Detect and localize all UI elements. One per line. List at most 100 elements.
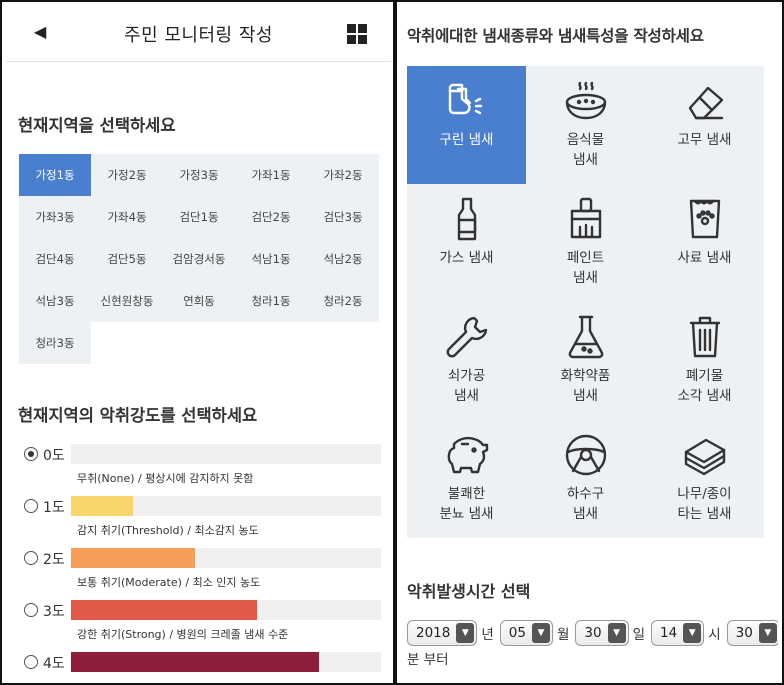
region-option[interactable]: 가정3동 [163,154,235,196]
smell-type-option[interactable]: 음식물 냄새 [526,66,645,184]
steering-wheel-icon [562,432,610,478]
intensity-bar-track [71,444,381,464]
region-option[interactable]: 가정1동 [19,154,91,196]
day-value: 30 [584,625,602,641]
intensity-level-list: 0도 무취(None) / 평상시에 감지하지 못함 1도 감지 취기(Thresho… [20,443,382,683]
smell-type-label: 화학약품 냄새 [560,368,611,404]
intensity-level-row[interactable]: 0도무취(None) / 평상시에 감지하지 못함 [20,443,382,495]
level-description: 강한 취기(Strong) / 병원의 크레졸 냄새 수준 [77,628,289,641]
region-option[interactable]: 검단3동 [307,196,379,238]
minute-unit: 분 부터 [407,652,449,668]
smell-type-option[interactable]: 가스 냄새 [407,184,526,302]
radio-button[interactable] [24,655,38,669]
smell-type-option[interactable]: 하수구 냄새 [526,420,645,538]
smell-type-label: 하수구 냄새 [566,486,605,522]
dropdown-arrow-icon: ▼ [758,623,777,643]
smell-type-grid: 구린 냄새 음식물 냄새 고무 냄새가스 냄새 페인트 냄새 사료 냄새쇠가공 냄새 화학… [407,66,765,538]
radio-button[interactable] [24,551,38,565]
smell-type-option[interactable]: 불쾌한 분뇨 냄새 [407,420,526,538]
socks-icon [443,78,491,124]
smell-type-option[interactable]: 나무/종이 타는 냄새 [645,420,764,538]
region-option[interactable]: 청라2동 [307,280,379,322]
level-label: 1도 [43,500,65,516]
radio-button[interactable] [24,499,38,513]
hour-value: 14 [660,625,678,641]
dropdown-arrow-icon: ▼ [683,623,702,643]
region-option[interactable]: 검단4동 [19,238,91,280]
book-stack-icon [681,432,729,478]
smell-type-option[interactable]: 폐기물 소각 냄새 [645,302,764,420]
year-value: 2018 [416,625,451,641]
intensity-bar-track [71,496,381,516]
level-description: 보통 취기(Moderate) / 최소 인지 농도 [77,576,261,589]
region-option[interactable]: 가좌3동 [19,196,91,238]
level-label: 2도 [43,552,65,568]
intensity-bar-fill [71,652,319,672]
level-description: 무취(None) / 평상시에 감지하지 못함 [77,472,254,485]
grid-icon[interactable] [347,24,367,44]
intensity-level-row[interactable]: 4도 [20,651,382,683]
month-unit: 월 [556,627,570,643]
month-select[interactable]: 05 ▼ [499,620,553,646]
region-option[interactable]: 가좌4동 [91,196,163,238]
intensity-bar-fill [71,600,257,620]
year-select[interactable]: 2018 ▼ [407,620,478,646]
smell-section-title: 악취에대한 냄새종류와 냄새특성을 작성하세요 [407,27,704,45]
level-label: 0도 [43,448,65,464]
smell-type-label: 음식물 냄새 [566,132,605,168]
radio-button[interactable] [24,603,38,617]
region-option[interactable]: 연희동 [163,280,235,322]
minute-select[interactable]: 30 ▼ [726,620,778,646]
region-option[interactable]: 석남2동 [307,238,379,280]
region-option[interactable]: 가정2동 [91,154,163,196]
hour-unit: 시 [708,627,721,643]
right-panel: 악취에대한 냄새종류와 냄새특성을 작성하세요 구린 냄새 음식물 냄새 고무 냄새… [397,6,778,683]
intensity-bar-fill [71,548,195,568]
intensity-level-row[interactable]: 3도강한 취기(Strong) / 병원의 크레졸 냄새 수준 [20,599,382,651]
time-select-row: 2018 ▼ 년 05 ▼ 월 30 ▼ 일 14 ▼ 시 30 ▼ [407,620,778,646]
region-option[interactable]: 석남3동 [19,280,91,322]
paint-brush-icon [562,196,610,242]
region-option[interactable]: 가좌1동 [235,154,307,196]
intensity-section-title: 현재지역의 악취강도를 선택하세요 [18,406,258,425]
flask-icon [562,314,610,360]
minute-value: 30 [735,625,753,641]
dropdown-arrow-icon: ▼ [456,623,475,643]
radio-button[interactable] [24,447,38,461]
region-option[interactable]: 검단2동 [235,196,307,238]
smell-type-option[interactable]: 쇠가공 냄새 [407,302,526,420]
smell-type-option[interactable]: 화학약품 냄새 [526,302,645,420]
smell-type-label: 사료 냄새 [677,250,732,266]
region-option[interactable]: 가좌2동 [307,154,379,196]
intensity-level-row[interactable]: 2도보통 취기(Moderate) / 최소 인지 농도 [20,547,382,599]
trash-can-icon [681,314,729,360]
smell-type-label: 나무/종이 타는 냄새 [677,486,732,522]
region-option[interactable]: 검암경서동 [163,238,235,280]
region-option[interactable]: 석남1동 [235,238,307,280]
left-panel: ◀ 주민 모니터링 작성 현재지역을 선택하세요 가정1동 가정2동 가정3동 가좌1… [6,6,391,683]
smell-type-option[interactable]: 고무 냄새 [645,66,764,184]
pig-icon [443,432,491,478]
smell-type-label: 가스 냄새 [439,250,494,266]
intensity-bar-track [71,548,381,568]
region-option[interactable]: 검단1동 [163,196,235,238]
dropdown-arrow-icon: ▼ [531,623,550,643]
region-option[interactable]: 신현원창동 [91,280,163,322]
region-option[interactable]: 청라3동 [19,322,91,364]
smell-type-option[interactable]: 구린 냄새 [407,66,526,184]
level-label: 3도 [43,604,65,620]
day-select[interactable]: 30 ▼ [575,620,629,646]
hour-select[interactable]: 14 ▼ [651,620,705,646]
smell-type-option[interactable]: 사료 냄새 [645,184,764,302]
wrench-icon [443,314,491,360]
smell-type-option[interactable]: 페인트 냄새 [526,184,645,302]
eraser-icon [681,78,729,124]
smell-type-label: 구린 냄새 [439,132,494,148]
intensity-bar-fill [71,496,133,516]
region-option[interactable]: 청라1동 [235,280,307,322]
intensity-level-row[interactable]: 1도 감지 취기(Threshold) / 최소감지 농도 [20,495,382,547]
pet-food-bag-icon [681,196,729,242]
smell-type-label: 페인트 냄새 [566,250,605,286]
intensity-bar-track [71,652,381,672]
region-option[interactable]: 검단5동 [91,238,163,280]
